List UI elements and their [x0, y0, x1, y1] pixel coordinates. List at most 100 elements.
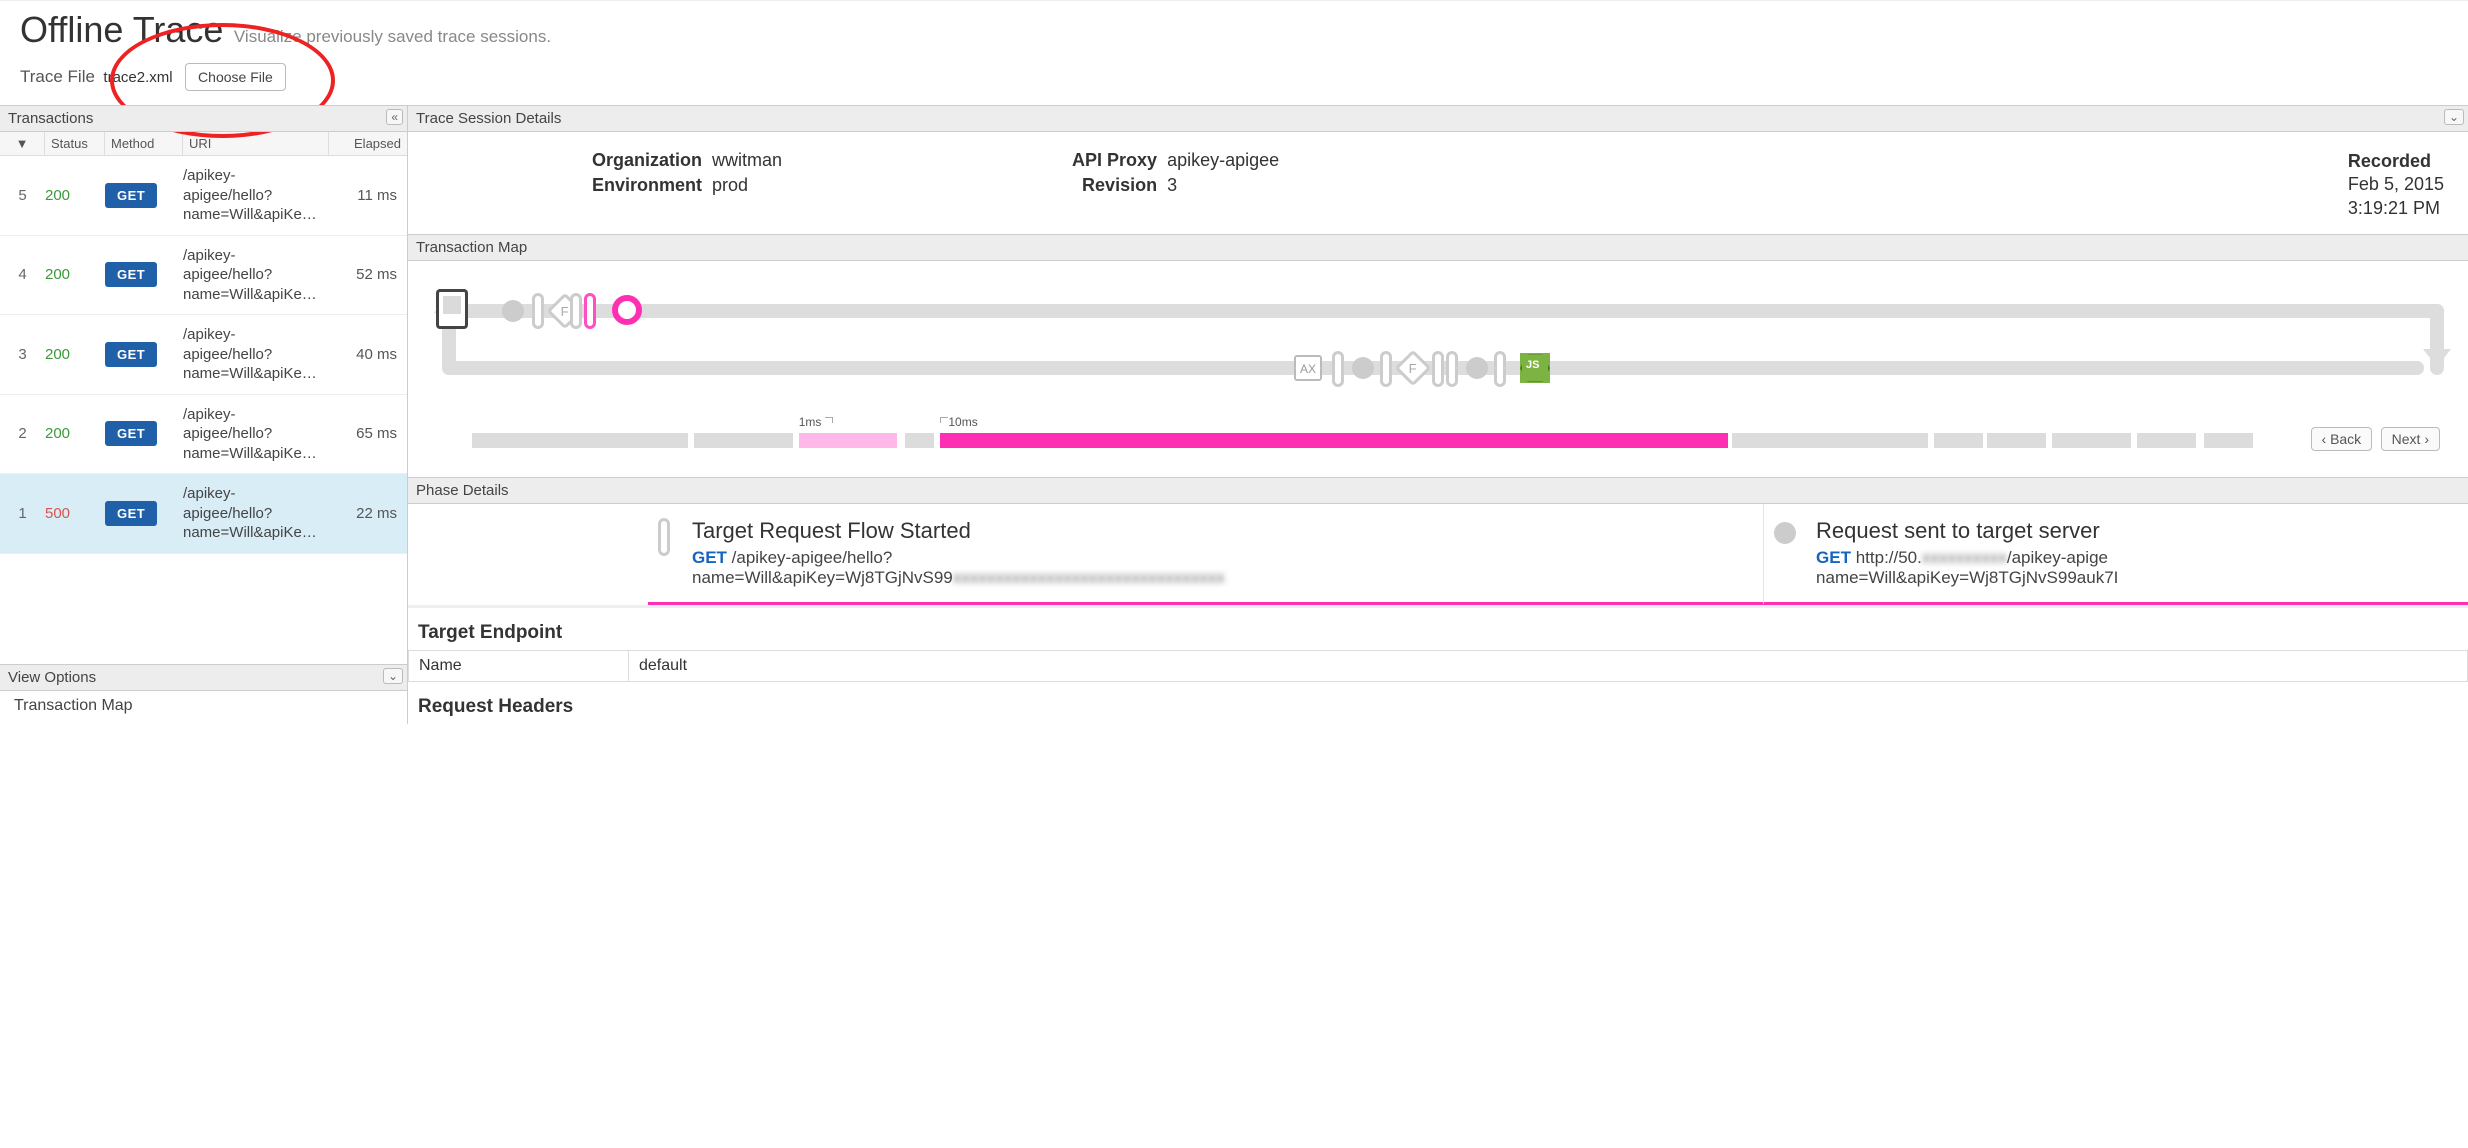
recorded-time: 3:19:21 PM	[2348, 197, 2444, 220]
org-key: Organization	[592, 150, 702, 171]
method-badge: GET	[105, 501, 157, 526]
flow-node[interactable]	[1466, 357, 1488, 379]
org-value: wwitman	[712, 150, 782, 171]
timing-segment[interactable]	[472, 433, 688, 448]
timing-segment[interactable]	[2137, 433, 2196, 448]
transaction-row[interactable]: 1500 GET/apikey-apigee/hello?name=Will&ap…	[0, 474, 407, 554]
col-status[interactable]: Status	[45, 132, 105, 155]
txn-index: 5	[0, 187, 45, 204]
txn-index: 1	[0, 505, 45, 522]
flow-node[interactable]	[502, 300, 524, 322]
view-options-header[interactable]: View Options ⌄	[0, 664, 407, 691]
time-label-1ms: 1ms	[799, 415, 833, 429]
endpoint-name-value: default	[629, 651, 697, 681]
transactions-header: Transactions «	[0, 105, 407, 132]
nodejs-target-icon[interactable]: JS	[1520, 353, 1550, 383]
redacted-text: xxxxxxxxxxxxxxxxxxxxxxxxxxxxxxxx	[953, 568, 1225, 587]
txn-index: 2	[0, 425, 45, 442]
view-options-toggle[interactable]: ⌄	[383, 668, 403, 684]
trace-file-bar: Trace File trace2.xml Choose File	[0, 55, 2468, 105]
f-label: F	[561, 304, 569, 319]
transaction-row[interactable]: 5200GET/apikey-apigee/hello?name=Will&ap…	[0, 156, 407, 236]
txn-status: 500	[45, 505, 70, 522]
flow-node[interactable]	[1380, 351, 1392, 387]
timing-segment[interactable]	[1987, 433, 2046, 448]
transaction-row[interactable]: 2200GET/apikey-apigee/hello?name=Will&ap…	[0, 395, 407, 475]
phase-target-request-started[interactable]: Target Request Flow Started GET /apikey-…	[648, 504, 1764, 605]
flow-condition-node[interactable]: F	[1395, 350, 1432, 387]
col-method[interactable]: Method	[105, 132, 183, 155]
trace-file-name: trace2.xml	[103, 69, 172, 86]
view-options-label: View Options	[8, 669, 96, 686]
page-title: Offline Trace	[20, 9, 223, 50]
session-details-label: Trace Session Details	[416, 110, 561, 127]
view-option-transaction-map[interactable]: Transaction Map	[0, 691, 407, 721]
flow-node[interactable]	[1494, 351, 1506, 387]
page-subtitle: Visualize previously saved trace session…	[234, 27, 551, 46]
txn-uri: /apikey-apigee/hello?name=Will&apiKe…	[183, 246, 329, 305]
timing-segment[interactable]	[2052, 433, 2131, 448]
phase-b-title: Target Request Flow Started	[692, 518, 1745, 544]
flow-node[interactable]	[1432, 351, 1444, 387]
txn-elapsed: 40 ms	[329, 346, 407, 363]
transactions-header-label: Transactions	[8, 110, 93, 127]
js-label: JS	[1526, 359, 1539, 371]
redacted-text: xxxxxxxxxx	[1922, 548, 2007, 567]
back-button[interactable]: ‹ Back	[2311, 427, 2373, 451]
timing-segment[interactable]	[694, 433, 792, 448]
timing-segment[interactable]	[2204, 433, 2253, 448]
env-key: Environment	[592, 175, 702, 196]
col-uri[interactable]: URI	[183, 132, 329, 155]
timing-segment[interactable]	[940, 433, 1727, 448]
flow-node[interactable]	[532, 293, 544, 329]
phase-b-path: /apikey-apigee/hello?	[727, 548, 892, 567]
col-index[interactable]: ▼	[0, 132, 45, 155]
recorded-key: Recorded	[2348, 150, 2444, 173]
transaction-map-header: Transaction Map	[408, 234, 2468, 261]
method-badge: GET	[105, 342, 157, 367]
txn-elapsed: 22 ms	[329, 505, 407, 522]
flow-node[interactable]	[570, 293, 582, 329]
timing-segment[interactable]	[905, 433, 935, 448]
flow-node-active[interactable]	[584, 293, 596, 329]
phase-spacer	[408, 504, 648, 605]
txn-elapsed: 11 ms	[329, 187, 407, 204]
flow-node[interactable]	[1446, 351, 1458, 387]
rev-value: 3	[1167, 175, 1279, 196]
flow-arrow-down-icon	[2423, 349, 2451, 367]
f-label: F	[1409, 361, 1417, 376]
phase-c-path-b: /apikey-apige	[2007, 548, 2108, 567]
flow-node[interactable]	[1332, 351, 1344, 387]
time-label-10ms: 10ms	[940, 415, 977, 429]
ax-node[interactable]: AX	[1294, 355, 1322, 381]
phase-pill-icon	[658, 518, 670, 556]
phase-dot-icon	[1774, 522, 1796, 544]
phase-request-sent[interactable]: Request sent to target server GET http:/…	[1764, 504, 2468, 605]
phase-details-header: Phase Details	[408, 477, 2468, 504]
txn-uri: /apikey-apigee/hello?name=Will&apiKe…	[183, 325, 329, 384]
recorded-date: Feb 5, 2015	[2348, 173, 2444, 196]
phase-b-method: GET	[692, 548, 727, 567]
trace-file-label: Trace File	[20, 67, 95, 86]
session-details-header: Trace Session Details ⌄	[408, 105, 2468, 132]
session-details-toggle[interactable]: ⌄	[2444, 109, 2464, 125]
next-button[interactable]: Next ›	[2381, 427, 2440, 451]
method-badge: GET	[105, 421, 157, 446]
session-meta: Organization wwitman Environment prod AP…	[408, 132, 2468, 234]
client-icon[interactable]	[436, 289, 468, 329]
flow-node[interactable]	[1352, 357, 1374, 379]
txn-index: 4	[0, 266, 45, 283]
txn-status: 200	[45, 187, 70, 204]
choose-file-button[interactable]: Choose File	[185, 63, 286, 91]
transaction-row[interactable]: 3200GET/apikey-apigee/hello?name=Will&ap…	[0, 315, 407, 395]
txn-elapsed: 52 ms	[329, 266, 407, 283]
timing-segment[interactable]	[799, 433, 897, 448]
transaction-row[interactable]: 4200GET/apikey-apigee/hello?name=Will&ap…	[0, 236, 407, 316]
request-headers-header: Request Headers	[408, 682, 2468, 724]
collapse-left-button[interactable]: «	[386, 109, 403, 125]
timing-segment[interactable]	[1732, 433, 1929, 448]
txn-uri: /apikey-apigee/hello?name=Will&apiKe…	[183, 484, 329, 543]
timing-segment[interactable]	[1934, 433, 1983, 448]
col-elapsed[interactable]: Elapsed	[329, 132, 407, 155]
flow-node-selected[interactable]	[612, 295, 642, 325]
